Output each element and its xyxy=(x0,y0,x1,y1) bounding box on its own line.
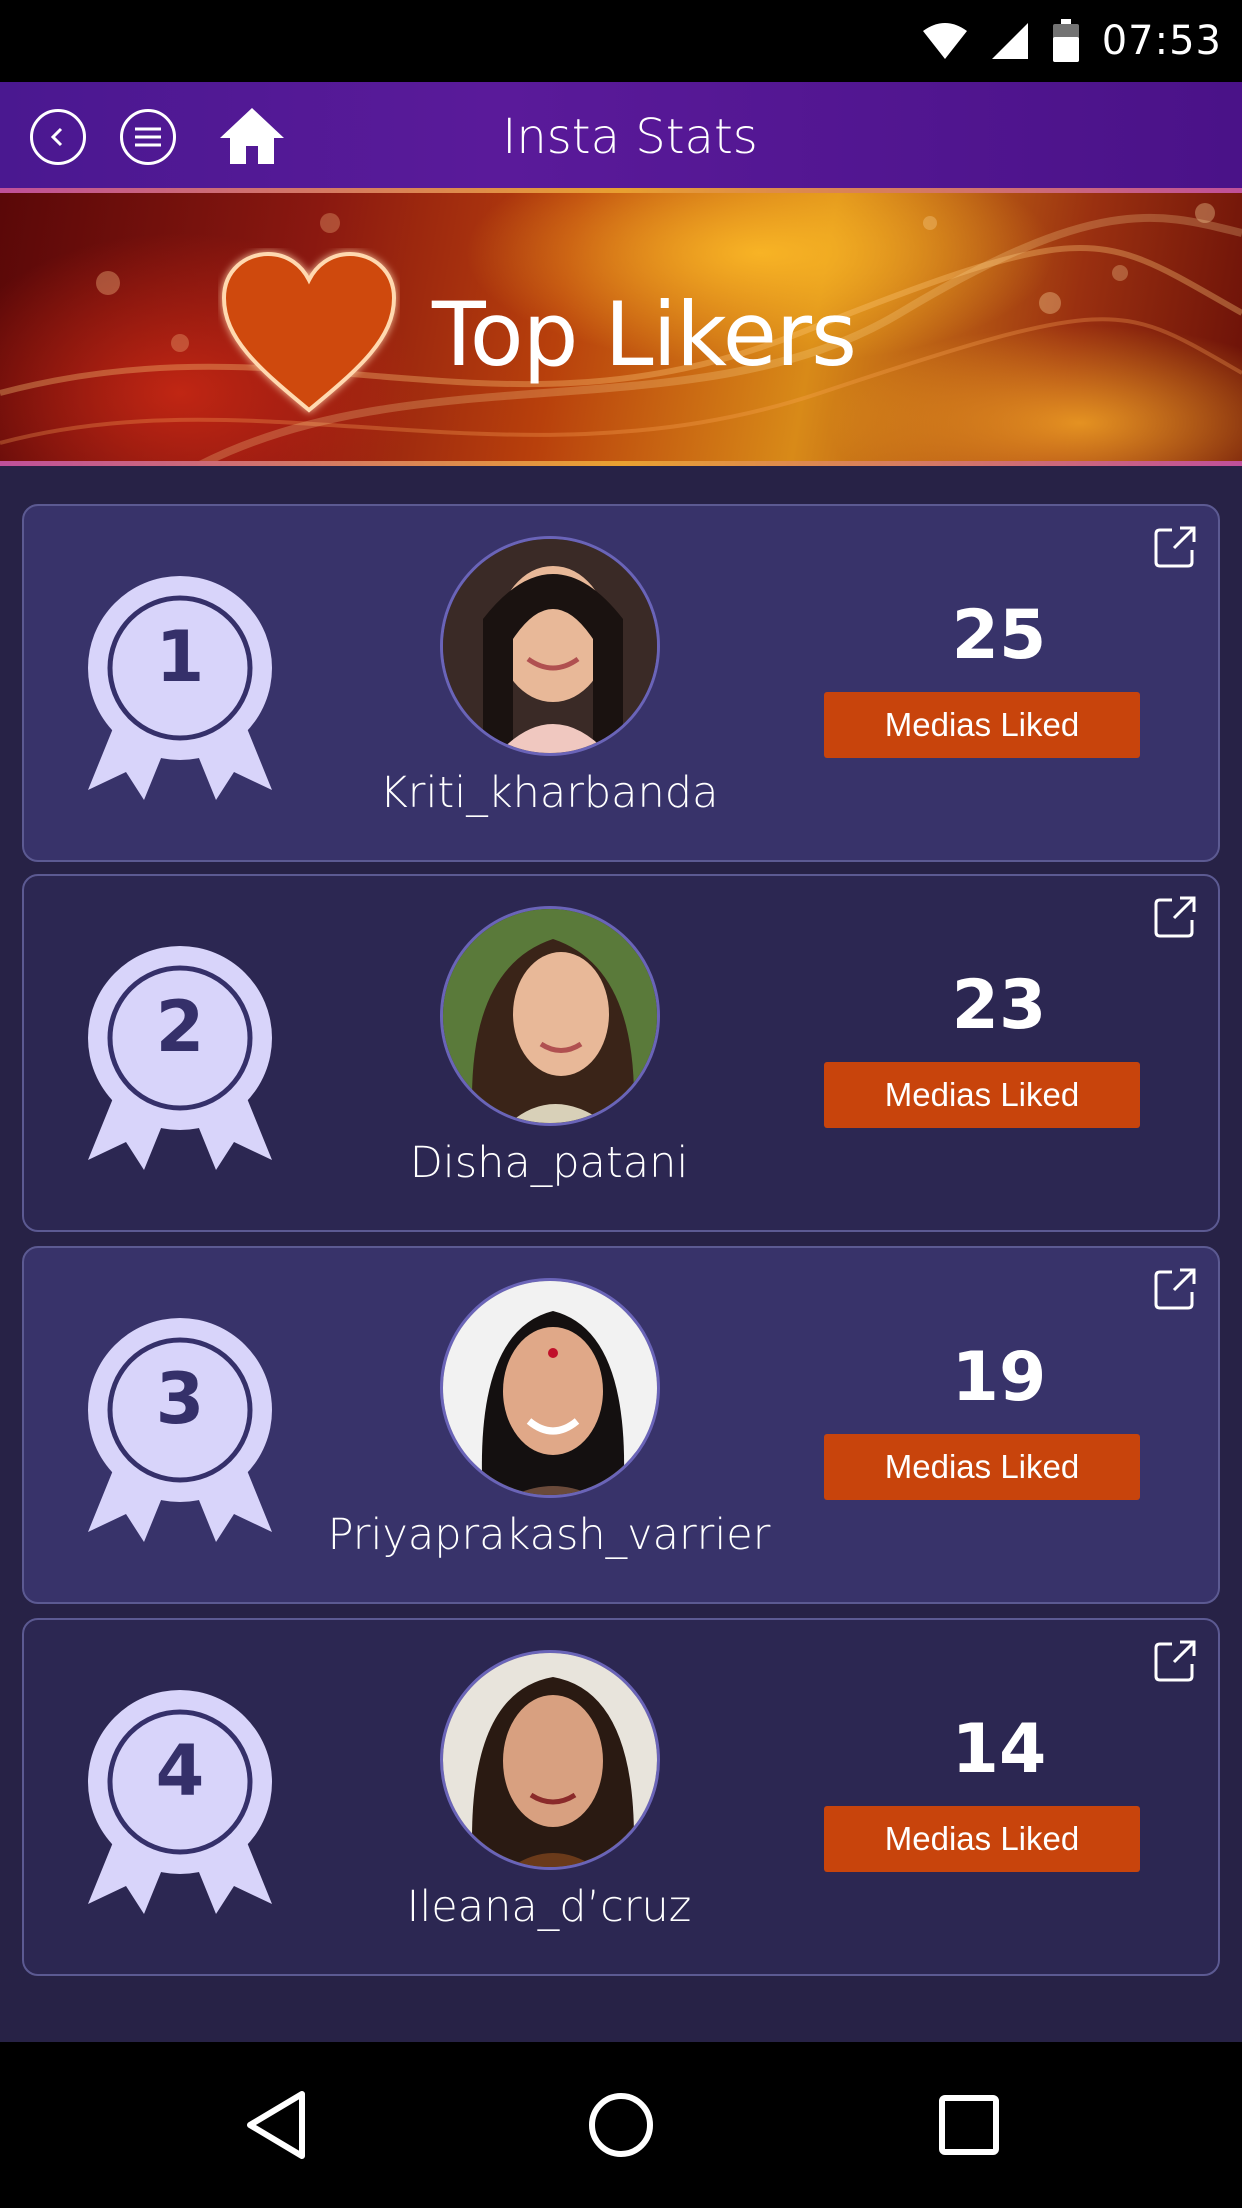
system-nav-bar xyxy=(0,2042,1242,2208)
medias-liked-button[interactable]: Medias Liked xyxy=(824,1434,1140,1500)
likers-list: 1 Kriti_kharbanda 25 Medias Liked 2 Dish… xyxy=(0,466,1242,2042)
external-link-icon[interactable] xyxy=(1152,1266,1198,1312)
likes-count: 14 xyxy=(951,1710,1047,1789)
home-icon[interactable] xyxy=(218,106,286,166)
username: Kriti_kharbanda xyxy=(379,768,719,818)
avatar[interactable] xyxy=(440,906,660,1126)
rank-number: 4 xyxy=(155,1730,205,1812)
home-circle-icon[interactable] xyxy=(578,2082,664,2168)
battery-icon xyxy=(1052,19,1079,62)
avatar-image xyxy=(443,539,657,753)
wifi-icon xyxy=(922,23,967,59)
rank-number: 1 xyxy=(155,616,205,698)
medias-liked-button[interactable]: Medias Liked xyxy=(824,692,1140,758)
avatar[interactable] xyxy=(440,1278,660,1498)
medias-liked-button[interactable]: Medias Liked xyxy=(824,1806,1140,1872)
app-title: Insta Stats xyxy=(502,109,758,165)
rank-number: 2 xyxy=(155,986,205,1068)
avatar[interactable] xyxy=(440,1650,660,1870)
status-bar: 07:53 xyxy=(0,0,1242,82)
avatar-image xyxy=(443,1281,657,1495)
liker-card-4[interactable]: 4 Ileana_d’cruz 14 Medias Liked xyxy=(22,1618,1220,1976)
chevron-left-icon xyxy=(50,127,63,147)
menu-icon xyxy=(135,127,161,147)
banner-title: Top Likers xyxy=(432,283,857,386)
username: Ileana_d’cruz xyxy=(406,1882,692,1932)
avatar[interactable] xyxy=(440,536,660,756)
external-link-icon[interactable] xyxy=(1152,524,1198,570)
likes-count: 23 xyxy=(951,966,1047,1045)
status-time: 07:53 xyxy=(1101,18,1222,64)
medias-liked-button[interactable]: Medias Liked xyxy=(824,1062,1140,1128)
avatar-image xyxy=(443,909,657,1123)
liker-card-3[interactable]: 3 Priyaprakash_varrier 19 Medias Liked xyxy=(22,1246,1220,1604)
username: Priyaprakash_varrier xyxy=(327,1510,771,1560)
back-button[interactable] xyxy=(30,109,86,165)
menu-button[interactable] xyxy=(120,109,176,165)
heart-icon xyxy=(221,251,397,413)
username: Disha_patani xyxy=(409,1138,689,1188)
avatar-image xyxy=(443,1653,657,1867)
likes-count: 19 xyxy=(951,1338,1047,1417)
liker-card-1[interactable]: 1 Kriti_kharbanda 25 Medias Liked xyxy=(22,504,1220,862)
back-triangle-icon[interactable] xyxy=(236,2082,322,2168)
signal-icon xyxy=(991,23,1028,59)
liker-card-2[interactable]: 2 Disha_patani 23 Medias Liked xyxy=(22,874,1220,1232)
recents-square-icon[interactable] xyxy=(926,2082,1012,2168)
likes-count: 25 xyxy=(951,596,1047,675)
rank-number: 3 xyxy=(155,1358,205,1440)
external-link-icon[interactable] xyxy=(1152,1638,1198,1684)
external-link-icon[interactable] xyxy=(1152,894,1198,940)
